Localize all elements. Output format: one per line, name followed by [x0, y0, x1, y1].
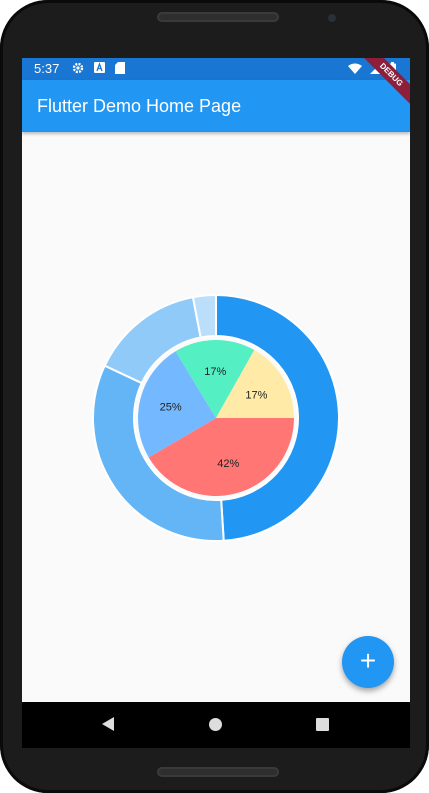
status-time: 5:37 — [34, 61, 60, 76]
settings-icon — [72, 62, 84, 74]
back-icon[interactable] — [102, 717, 114, 731]
navigation-bar — [22, 702, 410, 748]
inner-slice-label-4: 17% — [245, 389, 267, 401]
home-icon[interactable] — [209, 718, 222, 731]
inner-slice-label-2: 25% — [160, 401, 182, 413]
screen: 5:37 Flutter Demo Home Page DEBUG 42% 25%… — [22, 58, 410, 748]
inner-slice-label-3: 17% — [204, 366, 226, 378]
notification-a-icon — [94, 62, 105, 73]
front-camera — [328, 14, 336, 22]
page-title: Flutter Demo Home Page — [37, 96, 242, 116]
bottom-speaker — [157, 767, 279, 777]
recent-apps-icon[interactable] — [316, 718, 329, 731]
top-speaker — [157, 12, 279, 22]
wifi-icon — [348, 63, 362, 74]
sd-card-icon — [115, 62, 125, 74]
inner-slice-label-1: 42% — [217, 458, 239, 470]
add-icon: + — [359, 645, 377, 676]
add-button[interactable]: + — [342, 636, 394, 688]
pie-chart: 42% 25% 17% 17% — [92, 293, 340, 542]
app-bar: Flutter Demo Home Page — [22, 80, 410, 132]
phone-frame: 5:37 Flutter Demo Home Page DEBUG 42% 25%… — [0, 0, 429, 793]
status-bar: 5:37 — [22, 58, 410, 80]
